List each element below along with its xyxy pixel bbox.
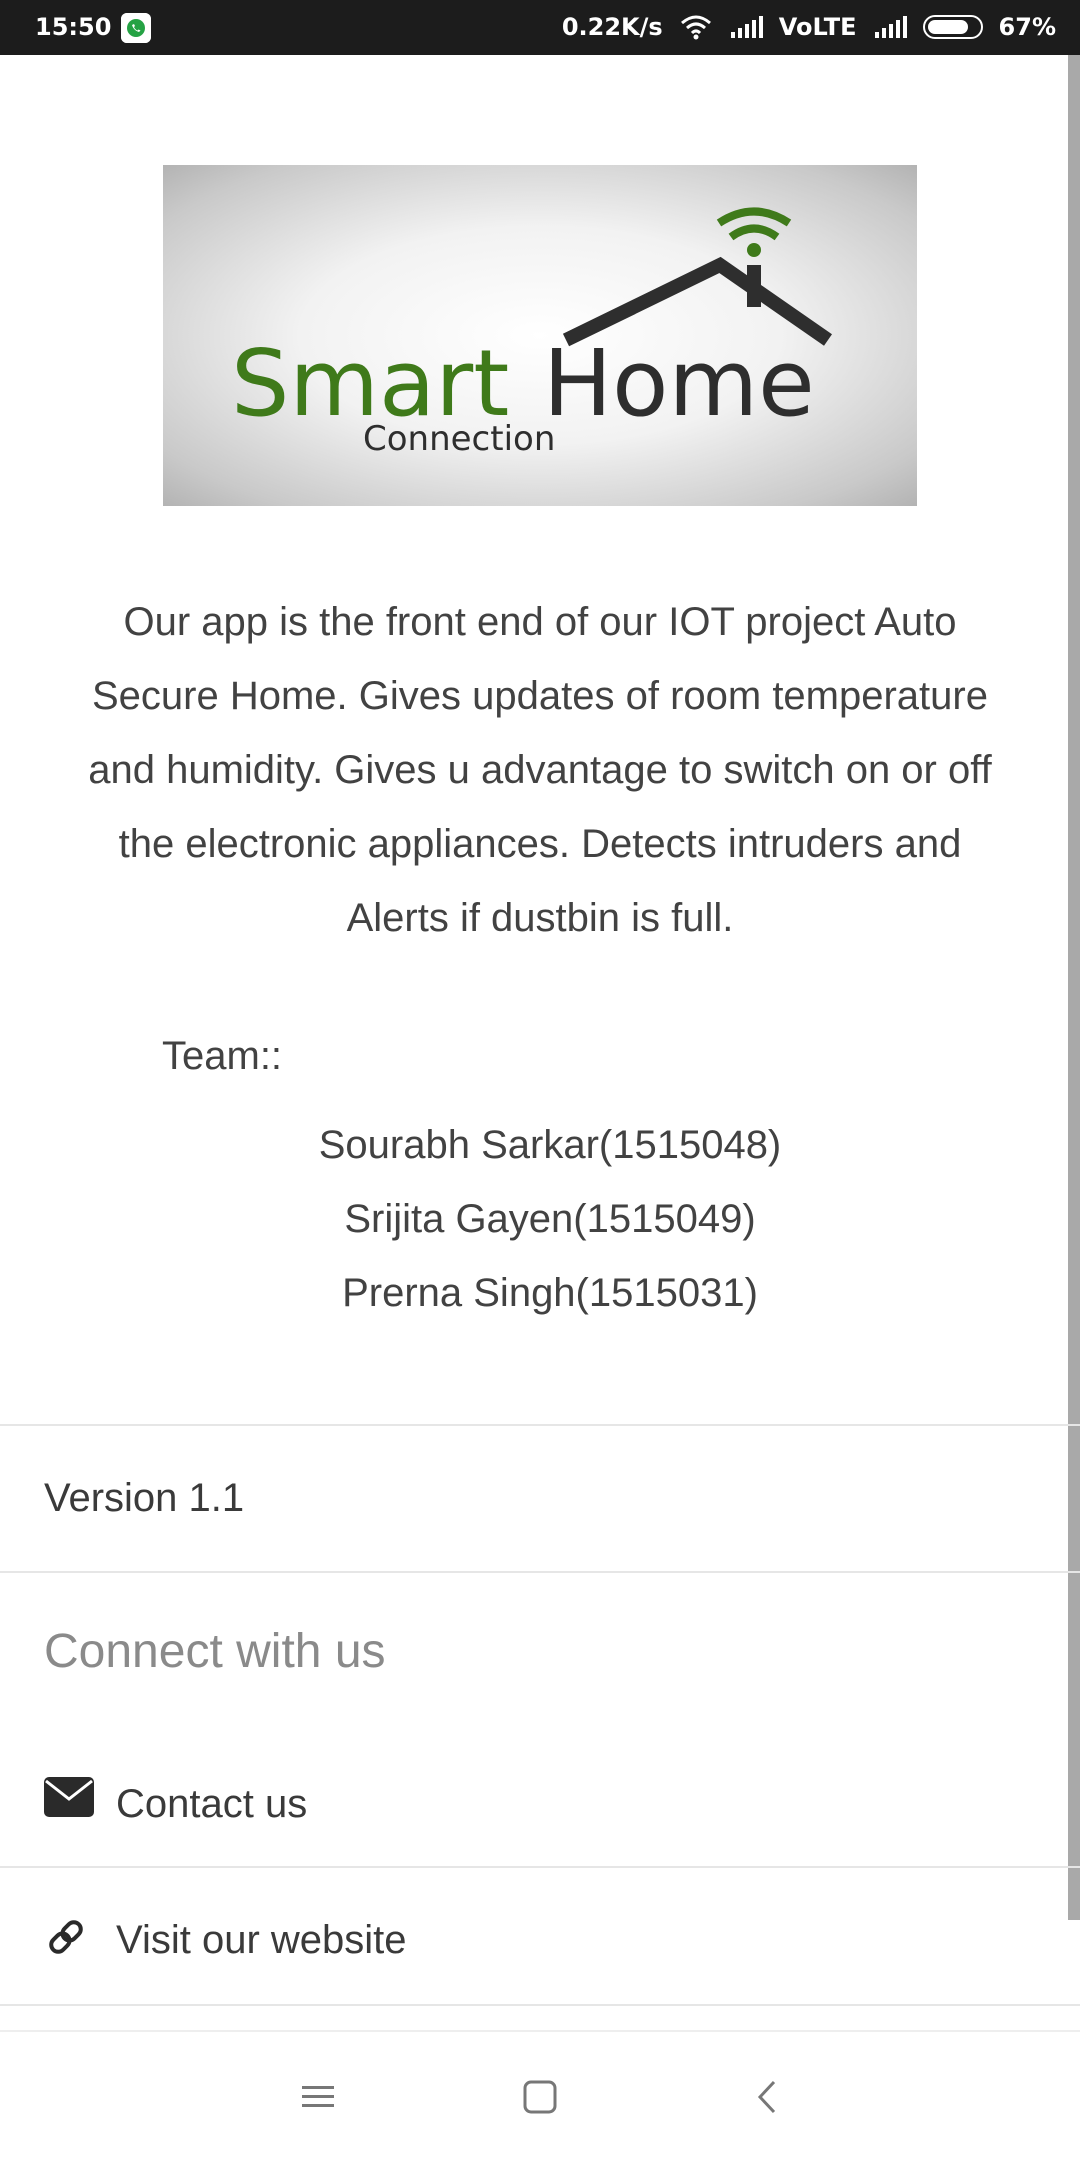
link-icon <box>44 1915 88 1964</box>
whatsapp-notification-icon <box>121 13 151 43</box>
divider <box>0 2004 1080 2006</box>
connect-section-title: Connect with us <box>44 1625 386 1678</box>
menu-icon[interactable] <box>300 2080 336 2119</box>
battery-level: 67% <box>998 13 1056 41</box>
team-member: Srijita Gayen(1515049) <box>344 1197 756 1241</box>
cell-signal-2-icon <box>873 14 907 40</box>
contact-us-row[interactable]: Contact us <box>0 1760 1080 1870</box>
battery-icon <box>922 15 983 39</box>
network-speed: 0.22K/s <box>561 13 663 41</box>
cell-signal-icon <box>729 14 763 40</box>
status-bar: 15:50 0.22K/s VoLTE 67% <box>0 0 1080 55</box>
smart-home-logo: Smart Home Connection <box>163 165 917 506</box>
visit-website-row[interactable]: Visit our website <box>0 1900 1080 2010</box>
back-icon[interactable] <box>752 2080 782 2119</box>
status-time: 15:50 <box>35 13 112 41</box>
wifi-icon <box>679 14 713 40</box>
home-square-icon[interactable] <box>522 2080 558 2119</box>
divider <box>0 1866 1080 1868</box>
logo-connection-text: Connection <box>363 419 555 459</box>
team-label: Team:: <box>162 1034 283 1078</box>
logo-home-text: Home <box>543 330 815 437</box>
envelope-icon <box>44 1777 94 1822</box>
app-description: Our app is the front end of our IOT proj… <box>88 600 992 940</box>
team-member: Prerna Singh(1515031) <box>342 1271 758 1315</box>
network-type: VoLTE <box>778 13 857 41</box>
scrollbar[interactable] <box>1068 55 1080 1920</box>
version-label: Version 1.1 <box>44 1476 245 1520</box>
team-member: Sourabh Sarkar(1515048) <box>318 1123 782 1167</box>
divider <box>0 1571 1080 1573</box>
team-list: Sourabh Sarkar(1515048) Srijita Gayen(15… <box>200 1108 900 1330</box>
divider <box>0 1424 1080 1426</box>
navigation-bar <box>0 2030 1080 2162</box>
contact-us-label: Contact us <box>116 1782 308 1826</box>
visit-website-label: Visit our website <box>116 1918 407 1962</box>
